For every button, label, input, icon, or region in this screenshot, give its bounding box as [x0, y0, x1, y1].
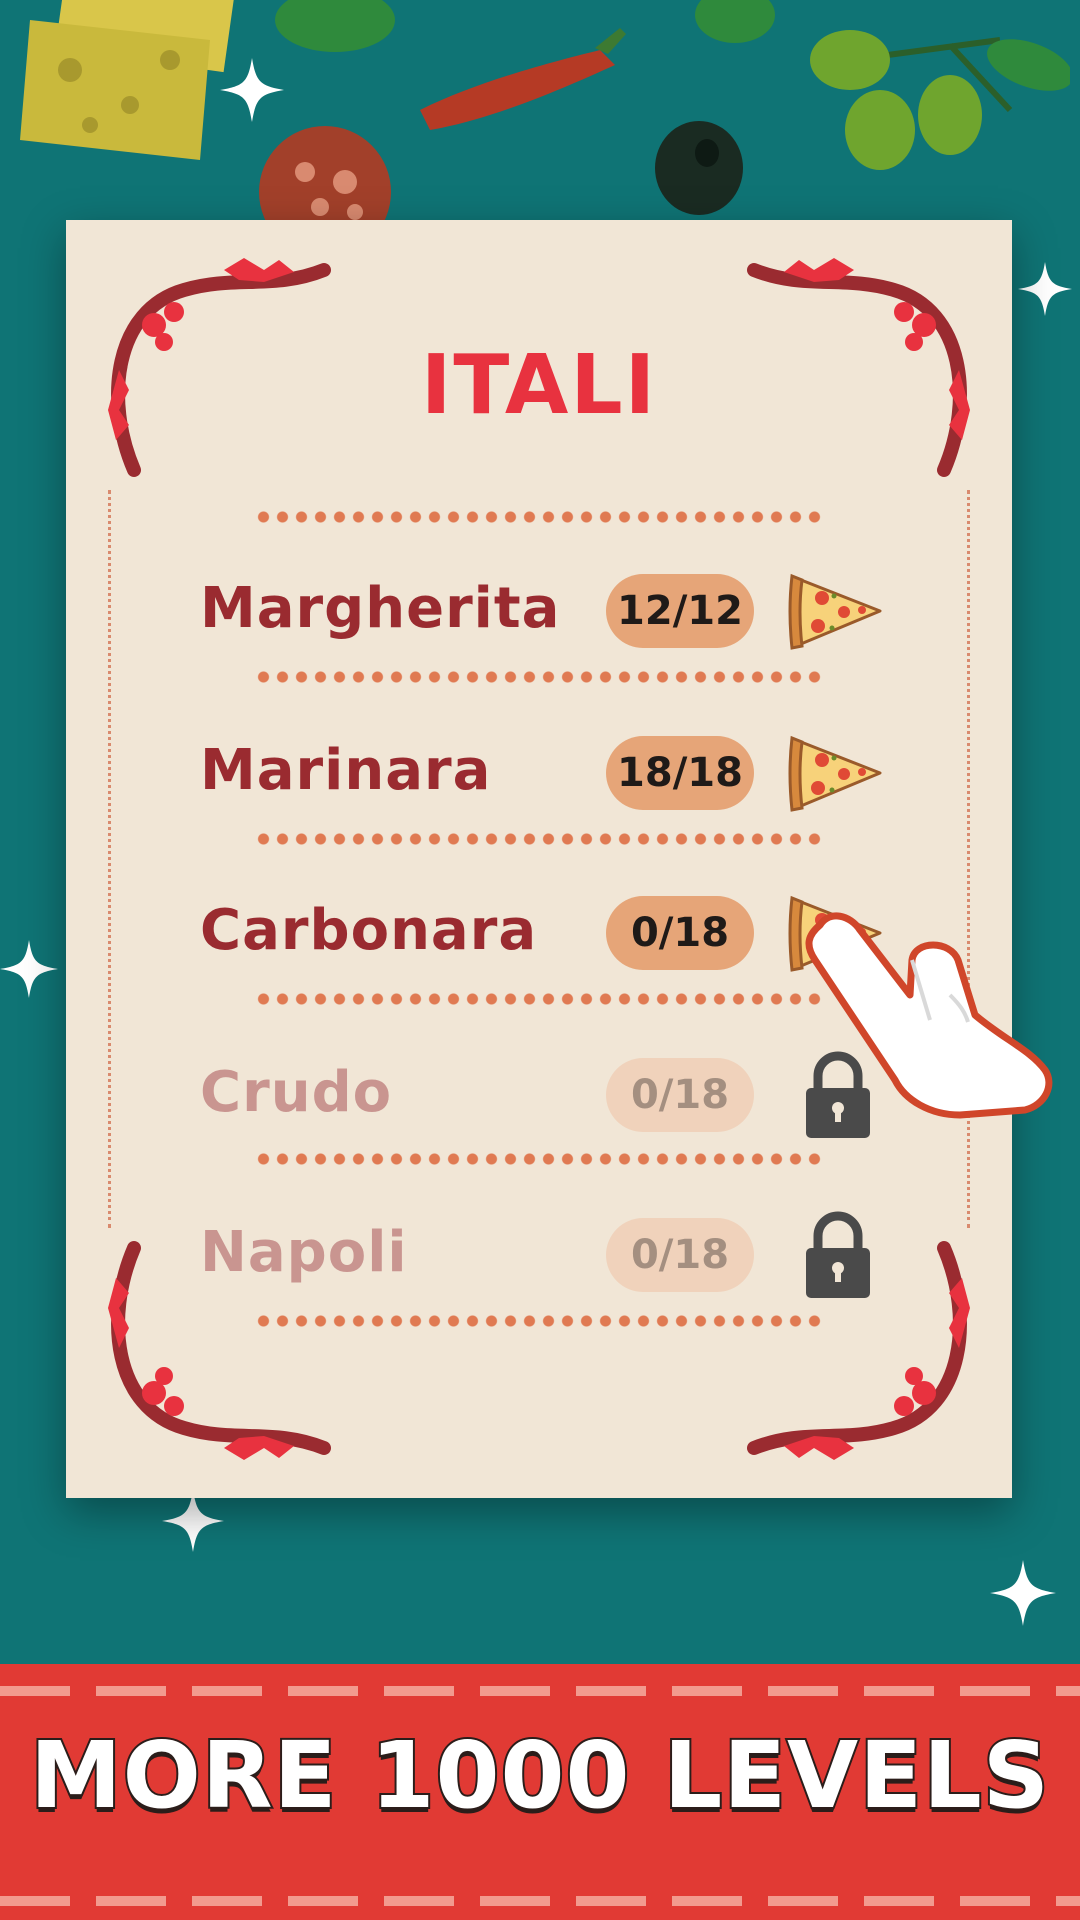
level-menu-card: ITALI Margherita 12/12 Marinara 18/18 Ca…	[66, 220, 1012, 1498]
menu-title: ITALI	[420, 338, 658, 433]
sparkle-icon	[1018, 262, 1072, 316]
banner-text: MORE 1000 LEVELS	[28, 1720, 1051, 1831]
level-progress-badge: 12/12	[606, 574, 754, 648]
dotted-divider	[254, 992, 824, 1006]
level-name: Crudo	[200, 1060, 393, 1125]
lock-icon	[806, 1211, 870, 1298]
banner-stitch-top	[0, 1686, 1080, 1696]
level-name: Margherita	[200, 576, 561, 641]
dotted-divider	[254, 510, 824, 524]
level-progress-badge: 0/18	[606, 1218, 754, 1292]
spinach-leaf-icon	[275, 0, 395, 52]
dotted-divider	[254, 832, 824, 846]
black-olive-icon	[655, 121, 743, 215]
dotted-divider	[254, 670, 824, 684]
level-row-napoli: Napoli 0/18	[66, 1204, 1012, 1304]
pointing-hand-icon	[805, 912, 1053, 1119]
sparkle-icon	[0, 940, 58, 998]
pizza-slice-icon[interactable]	[788, 566, 888, 656]
pizza-slice-icon[interactable]	[788, 728, 888, 818]
level-progress-badge: 0/18	[606, 896, 754, 970]
level-row-margherita[interactable]: Margherita 12/12	[66, 560, 1012, 660]
spinach-leaf-icon	[695, 0, 775, 43]
olives-icon	[810, 30, 1070, 170]
level-progress-badge: 0/18	[606, 1058, 754, 1132]
dotted-divider	[254, 1152, 824, 1166]
level-name: Napoli	[200, 1220, 408, 1285]
sparkle-icon	[990, 1560, 1056, 1626]
promo-banner: MORE 1000 LEVELS	[0, 1664, 1080, 1920]
sparkle-icon	[220, 58, 284, 122]
chili-pepper-icon	[420, 28, 626, 130]
level-row-marinara[interactable]: Marinara 18/18	[66, 722, 1012, 822]
level-progress-badge: 18/18	[606, 736, 754, 810]
cheese-icon	[20, 0, 235, 160]
banner-stitch-bottom	[0, 1896, 1080, 1906]
sparkle-icon	[162, 1490, 224, 1552]
level-name: Carbonara	[200, 898, 538, 963]
dotted-divider	[254, 1314, 824, 1328]
salami-icon	[259, 126, 391, 222]
level-name: Marinara	[200, 738, 492, 803]
